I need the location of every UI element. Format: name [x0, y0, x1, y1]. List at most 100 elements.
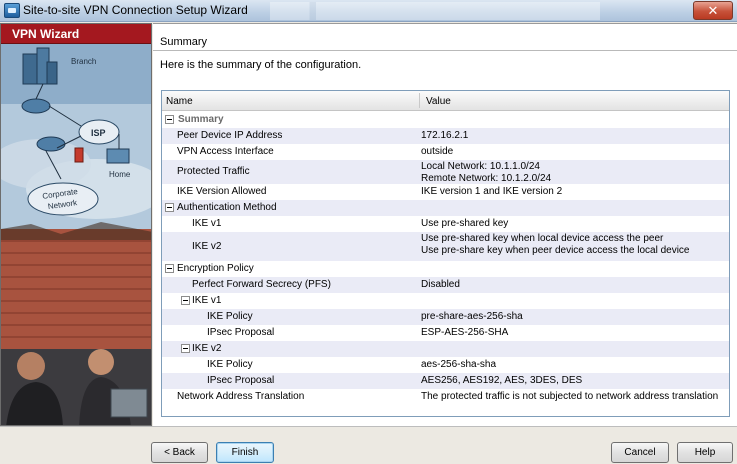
row-name: IKE v1 [192, 295, 222, 306]
row-value: outside [421, 146, 454, 157]
table-row[interactable]: Summary [162, 112, 729, 128]
column-header-name[interactable]: Name [166, 96, 193, 107]
row-name-cell: IKE Policy [162, 309, 419, 325]
help-button[interactable]: Help [677, 442, 733, 463]
row-name: IKE v2 [192, 343, 222, 354]
row-name-cell: Summary [162, 112, 419, 128]
table-row[interactable]: Network Address Translation The protected… [162, 389, 729, 405]
row-value: AES256, AES192, AES, 3DES, DES [421, 375, 583, 386]
table-row[interactable]: Protected Traffic Local Network: 10.1.1.0… [162, 160, 729, 184]
background-window-ghost [270, 2, 600, 20]
row-value: Use pre-shared key [421, 218, 509, 229]
row-value-cell: ESP-AES-256-SHA [421, 325, 727, 341]
row-name-cell: Encryption Policy [162, 261, 419, 277]
table-row[interactable]: Authentication Method [162, 200, 729, 216]
summary-tree-table[interactable]: Name Value Summary Peer Device IP Address… [161, 90, 730, 417]
close-button[interactable]: ✕ [693, 1, 733, 20]
title-bar: Site-to-site VPN Connection Setup Wizard… [0, 0, 737, 22]
row-value-cell: pre-share-aes-256-sha [421, 309, 727, 325]
row-name-cell: IKE Policy [162, 357, 419, 373]
summary-intro-text: Here is the summary of the configuration… [160, 59, 362, 71]
collapse-toggle-icon[interactable] [165, 264, 174, 273]
row-value: Disabled [421, 279, 460, 290]
collapse-toggle-icon[interactable] [165, 203, 174, 212]
row-value-cell: outside [421, 144, 727, 160]
table-body: Summary Peer Device IP Address 172.16.2.1 V… [162, 112, 729, 405]
row-name-cell: IKE v1 [162, 216, 419, 232]
table-header: Name Value [162, 91, 729, 111]
row-value: ESP-AES-256-SHA [421, 327, 509, 338]
row-value: aes-256-sha-sha [421, 359, 497, 370]
home-label: Home [109, 170, 131, 179]
row-value: 172.16.2.1 [421, 130, 469, 141]
row-name: Perfect Forward Secrecy (PFS) [192, 279, 331, 290]
row-name: Summary [178, 114, 224, 125]
row-name-cell: IKE v2 [162, 232, 419, 261]
row-name-cell: IPsec Proposal [162, 325, 419, 341]
table-row[interactable]: Encryption Policy [162, 261, 729, 277]
table-row[interactable]: Peer Device IP Address 172.16.2.1 [162, 128, 729, 144]
row-value: Use pre-shared key when local device acc… [421, 233, 664, 244]
table-row[interactable]: IKE Policy pre-share-aes-256-sha [162, 309, 729, 325]
table-row[interactable]: VPN Access Interface outside [162, 144, 729, 160]
row-name-cell: VPN Access Interface [162, 144, 419, 160]
column-header-value[interactable]: Value [426, 96, 451, 107]
row-value: Remote Network: 10.1.2.0/24 [421, 173, 552, 184]
row-name: Protected Traffic [177, 166, 250, 177]
table-row[interactable]: IKE Policy aes-256-sha-sha [162, 357, 729, 373]
row-value-cell: AES256, AES192, AES, 3DES, DES [421, 373, 727, 389]
table-row[interactable]: IKE v1 [162, 293, 729, 309]
back-button[interactable]: < Back [151, 442, 208, 463]
collapse-toggle-icon[interactable] [181, 296, 190, 305]
row-name: IKE v1 [192, 218, 222, 229]
row-name-cell: IKE v2 [162, 341, 419, 357]
branch-label: Branch [71, 57, 96, 66]
finish-button[interactable]: Finish [216, 442, 274, 463]
vpn-wizard-illustration: Branch ISP Home Corporate Network [1, 44, 151, 425]
table-row[interactable]: IKE v2 [162, 341, 729, 357]
collapse-toggle-icon[interactable] [165, 115, 174, 124]
row-name: IPsec Proposal [207, 327, 275, 338]
row-name: Authentication Method [177, 202, 277, 213]
row-value-cell: The protected traffic is not subjected t… [421, 389, 727, 405]
wizard-button-bar: < Back Finish Cancel Help [0, 426, 737, 464]
row-value-cell [421, 293, 727, 309]
wizard-side-header: VPN Wizard [1, 24, 151, 44]
cancel-button[interactable]: Cancel [611, 442, 669, 463]
row-value-cell [421, 261, 727, 277]
table-row[interactable]: IKE Version Allowed IKE version 1 and IKE… [162, 184, 729, 200]
row-value-cell: 172.16.2.1 [421, 128, 727, 144]
row-value-cell: Use pre-shared key when local device acc… [421, 232, 727, 261]
row-name-cell: Network Address Translation [162, 389, 419, 405]
row-name: IKE Policy [207, 311, 253, 322]
wizard-content: Summary Here is the summary of the confi… [153, 23, 737, 426]
table-row[interactable]: IPsec Proposal AES256, AES192, AES, 3DES,… [162, 373, 729, 389]
row-name-cell: Perfect Forward Secrecy (PFS) [162, 277, 419, 293]
table-row[interactable]: IKE v1 Use pre-shared key [162, 216, 729, 232]
row-value: pre-share-aes-256-sha [421, 311, 523, 322]
row-name: Peer Device IP Address [177, 130, 283, 141]
row-value-cell: IKE version 1 and IKE version 2 [421, 184, 727, 200]
table-row[interactable]: IKE v2 Use pre-shared key when local devi… [162, 232, 729, 261]
table-row[interactable]: Perfect Forward Secrecy (PFS) Disabled [162, 277, 729, 293]
wizard-side-panel: VPN Wizard Branch ISP Home Corporate Net… [0, 23, 152, 426]
app-icon [4, 3, 20, 18]
row-name: Network Address Translation [177, 391, 305, 402]
window-title: Site-to-site VPN Connection Setup Wizard [23, 3, 248, 17]
row-name-cell: Protected Traffic [162, 160, 419, 184]
collapse-toggle-icon[interactable] [181, 344, 190, 353]
row-name-cell: IKE Version Allowed [162, 184, 419, 200]
row-value: Local Network: 10.1.1.0/24 [421, 161, 540, 172]
table-row[interactable]: IPsec Proposal ESP-AES-256-SHA [162, 325, 729, 341]
row-value: Use pre-share key when peer device acces… [421, 245, 690, 256]
row-name: IKE v2 [192, 240, 222, 252]
row-value-cell: Use pre-shared key [421, 216, 727, 232]
column-separator[interactable] [419, 93, 420, 108]
row-name: IKE Policy [207, 359, 253, 370]
section-divider [153, 50, 737, 51]
row-value-cell [421, 112, 727, 128]
row-name: VPN Access Interface [177, 146, 274, 157]
row-name-cell: Authentication Method [162, 200, 419, 216]
row-name-cell: IKE v1 [162, 293, 419, 309]
row-name: IPsec Proposal [207, 375, 275, 386]
